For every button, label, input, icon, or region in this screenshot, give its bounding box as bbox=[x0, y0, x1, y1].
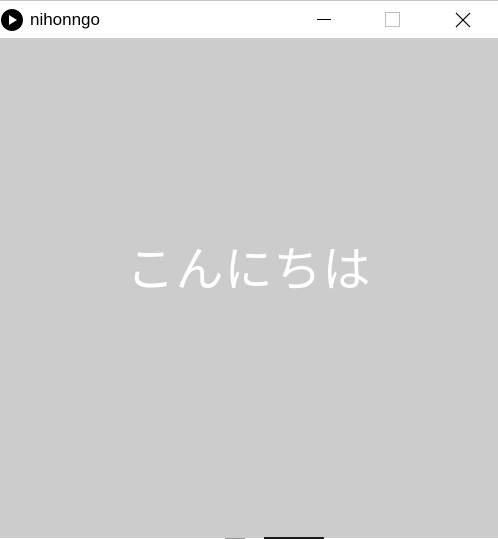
title-bar[interactable]: nihonngo bbox=[0, 1, 498, 38]
close-button[interactable] bbox=[440, 1, 486, 38]
close-icon bbox=[455, 12, 471, 28]
window-title: nihonngo bbox=[30, 10, 100, 29]
app-window: nihonngo こんにちは bbox=[0, 0, 498, 539]
play-icon[interactable] bbox=[1, 9, 23, 31]
maximize-button[interactable] bbox=[369, 1, 415, 38]
minimize-button[interactable] bbox=[300, 1, 346, 38]
minimize-icon bbox=[317, 19, 331, 20]
greeting-text: こんにちは bbox=[126, 242, 372, 298]
sketch-canvas[interactable]: こんにちは bbox=[0, 38, 498, 538]
maximize-icon bbox=[385, 12, 400, 27]
